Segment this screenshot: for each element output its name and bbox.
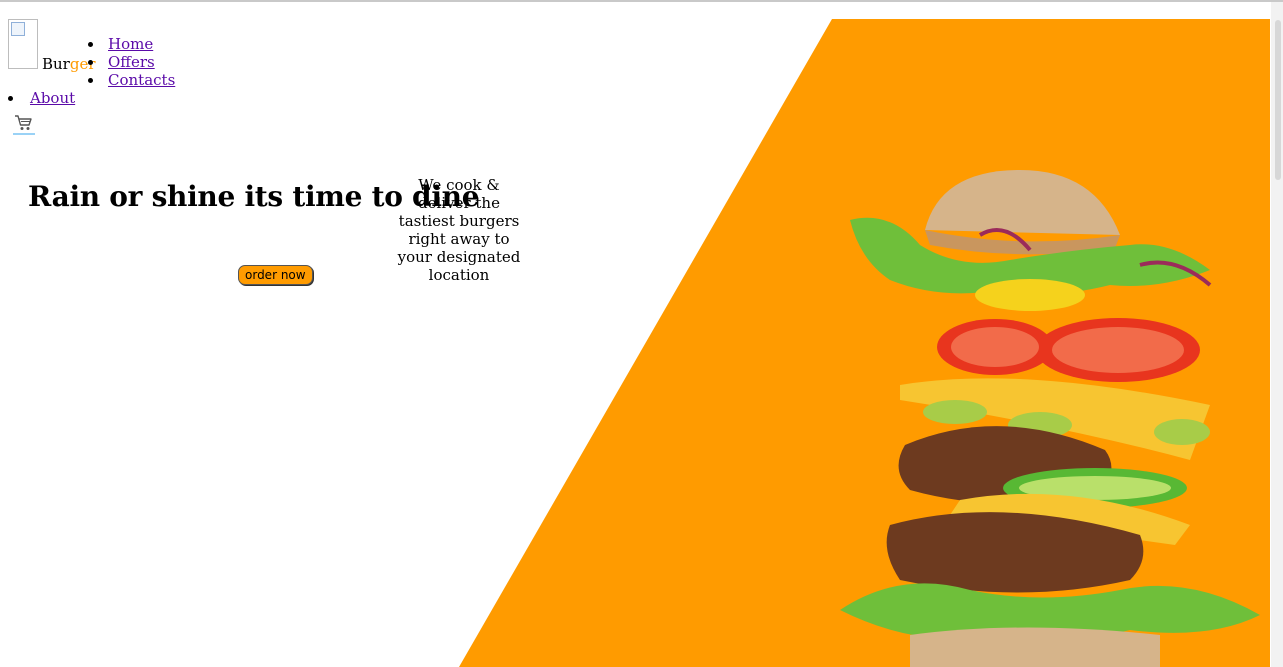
logo-image-broken xyxy=(8,19,38,69)
order-now-button[interactable]: order now xyxy=(238,265,313,285)
burger-image xyxy=(830,150,1270,667)
hero-description: We cook & deliver the tastiest burgers r… xyxy=(397,176,521,284)
nav-link-offers[interactable]: Offers xyxy=(108,53,155,71)
cart-underline xyxy=(13,133,35,135)
nav-item-home: Home xyxy=(87,35,175,53)
browser-top-border xyxy=(0,0,1283,2)
nav-link-about[interactable]: About xyxy=(30,89,75,107)
nav-link-contacts[interactable]: Contacts xyxy=(108,71,175,89)
nav-link-home[interactable]: Home xyxy=(108,35,153,53)
page-scrollbar[interactable] xyxy=(1271,2,1283,667)
logo-text-part1: Bur xyxy=(42,55,70,73)
shopping-cart-icon[interactable] xyxy=(13,112,35,134)
nav-item-about: About xyxy=(7,89,75,107)
nav-item-contacts: Contacts xyxy=(87,71,175,89)
broken-image-icon xyxy=(11,22,25,36)
scrollbar-thumb[interactable] xyxy=(1275,20,1281,180)
logo-text: Burger xyxy=(42,55,96,73)
main-nav: Home Offers Contacts xyxy=(87,35,175,89)
nav-item-offers: Offers xyxy=(87,53,175,71)
